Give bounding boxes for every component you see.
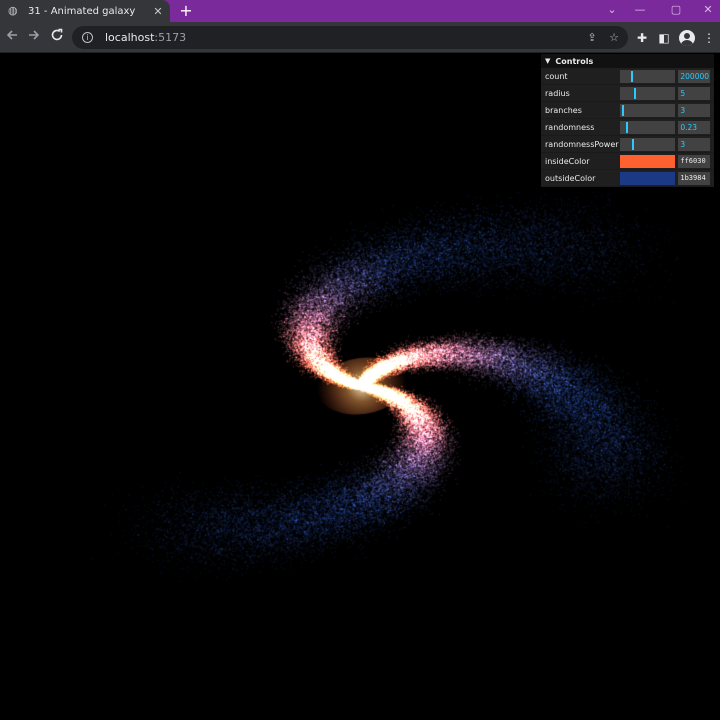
randomness-input[interactable]: 0.23: [678, 120, 710, 134]
control-label: insideColor: [545, 156, 590, 166]
slider-knob[interactable]: [621, 104, 624, 116]
browser-toolbar: i localhost:5173 ⇪ ☆ ✚ ◧ ⋮: [0, 22, 720, 53]
control-randomness-power: randomnessPower 3: [541, 136, 714, 153]
url-text: localhost:5173: [105, 31, 187, 44]
radius-slider[interactable]: [620, 86, 676, 100]
menu-kebab-icon[interactable]: ⋮: [700, 29, 718, 47]
close-window-button[interactable]: ✕: [696, 0, 720, 22]
controls-panel: ▼ Controls count 200000 radius 5 branche…: [541, 54, 714, 187]
branches-slider[interactable]: [620, 103, 676, 117]
new-tab-button[interactable]: +: [178, 1, 194, 21]
extensions-icon[interactable]: ✚: [633, 29, 651, 47]
inside-color-swatch[interactable]: [620, 154, 676, 168]
count-input[interactable]: 200000: [678, 69, 710, 83]
tab-strip: ◍ 31 - Animated galaxy ✕ + ⌄ — ▢ ✕: [0, 0, 720, 22]
info-icon[interactable]: i: [82, 32, 93, 43]
globe-icon: ◍: [8, 4, 18, 17]
randomness-power-input[interactable]: 3: [678, 137, 710, 151]
control-label: outsideColor: [545, 173, 596, 183]
controls-title: Controls: [555, 56, 594, 66]
back-button[interactable]: [2, 28, 22, 48]
reload-button[interactable]: [47, 28, 67, 48]
profile-avatar-icon[interactable]: [679, 30, 695, 46]
forward-button[interactable]: [24, 28, 44, 48]
close-tab-icon[interactable]: ✕: [152, 5, 164, 18]
star-icon[interactable]: ☆: [606, 30, 622, 46]
outside-color-swatch[interactable]: [620, 171, 676, 185]
branches-input[interactable]: 3: [678, 103, 710, 117]
arrow-left-icon: [6, 30, 17, 40]
tab-search-icon[interactable]: ⌄: [600, 0, 624, 22]
slider-knob[interactable]: [626, 121, 628, 133]
count-slider[interactable]: [620, 69, 676, 83]
inside-color-input[interactable]: ff6030: [678, 154, 710, 168]
minimize-button[interactable]: —: [628, 0, 652, 22]
share-icon[interactable]: ⇪: [584, 30, 600, 46]
maximize-button[interactable]: ▢: [664, 0, 688, 22]
control-outside-color: outsideColor 1b3984: [541, 170, 714, 187]
control-label: radius: [545, 88, 570, 98]
randomness-slider[interactable]: [620, 120, 676, 134]
randomness-power-slider[interactable]: [620, 137, 676, 151]
control-label: randomnessPower: [545, 139, 619, 149]
tab-title: 31 - Animated galaxy: [28, 5, 136, 17]
side-panel-icon[interactable]: ◧: [655, 29, 673, 47]
tab-animated-galaxy[interactable]: ◍ 31 - Animated galaxy ✕: [0, 0, 170, 22]
control-count: count 200000: [541, 68, 714, 85]
control-label: randomness: [545, 122, 595, 132]
control-randomness: randomness 0.23: [541, 119, 714, 136]
control-label: count: [545, 71, 568, 81]
controls-header[interactable]: ▼ Controls: [541, 54, 714, 68]
control-branches: branches 3: [541, 102, 714, 119]
outside-color-input[interactable]: 1b3984: [678, 171, 710, 185]
radius-input[interactable]: 5: [678, 86, 710, 100]
arrow-right-icon: [29, 30, 40, 40]
control-radius: radius 5: [541, 85, 714, 102]
slider-knob[interactable]: [633, 87, 636, 99]
address-bar[interactable]: i localhost:5173 ⇪ ☆: [72, 26, 628, 49]
reload-icon: [51, 28, 63, 41]
slider-knob[interactable]: [631, 138, 634, 150]
control-inside-color: insideColor ff6030: [541, 153, 714, 170]
slider-knob[interactable]: [630, 70, 633, 82]
caret-down-icon: ▼: [545, 57, 551, 65]
control-label: branches: [545, 105, 582, 115]
